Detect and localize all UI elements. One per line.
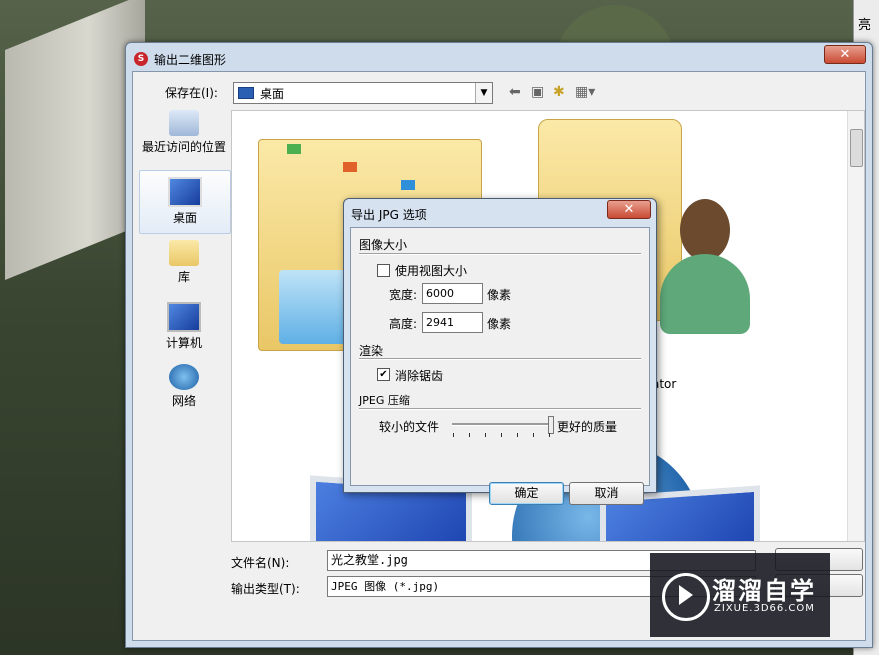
network-icon [169,364,199,390]
render-section: 渲染 [359,344,384,358]
antialias-label: 消除锯齿 [395,369,444,383]
use-view-size-checkbox[interactable] [377,264,390,277]
divider [359,408,641,410]
use-view-size-label: 使用视图大小 [395,264,468,278]
folder-tab-green [287,144,301,154]
place-recent[interactable]: 最近访问的位置 [139,110,229,155]
divider [359,358,641,360]
recent-places-icon [169,110,199,136]
height-unit: 像素 [487,317,512,331]
back-arrow-icon[interactable]: ⬅ [509,84,521,100]
slider-tick [549,433,550,437]
options-title: 导出 JPG 选项 [351,208,427,222]
watermark-name: 溜溜自学 [712,577,816,605]
dialog-titlebar: S 输出二维图形 [134,49,226,69]
options-close-button[interactable]: ✕ [607,200,651,219]
place-desktop-label: 桌面 [172,211,197,225]
width-label: 宽度: [389,288,418,302]
folder-tab-orange [343,162,357,172]
quality-slider-track[interactable] [452,423,550,426]
filename-label: 文件名(N): [231,556,290,570]
options-body: 图像大小 使用视图大小 宽度: 6000 像素 高度: 2941 像素 渲染 ✔… [350,227,650,505]
save-in-label: 保存在(I): [165,86,218,100]
avatar-body [660,254,750,334]
antialias-checkbox[interactable]: ✔ [377,368,390,381]
jpg-options-dialog: 导出 JPG 选项 ✕ 图像大小 使用视图大小 宽度: 6000 像素 高度: … [343,198,657,505]
computer-icon [167,302,201,332]
slider-tick [501,433,502,437]
new-folder-icon[interactable]: ✱ [553,84,565,100]
slider-tick [485,433,486,437]
slider-tick [469,433,470,437]
place-network-label: 网络 [171,394,196,408]
save-in-combobox[interactable]: 桌面 ▼ [233,82,493,104]
place-network[interactable]: 网络 [139,364,229,409]
width-input[interactable]: 6000 [422,283,483,304]
slider-tick [453,433,454,437]
avatar-head [680,199,730,261]
sketchup-icon: S [134,52,148,66]
place-computer-label: 计算机 [165,336,202,350]
jpeg-compression-section: JPEG 压缩 [359,394,410,407]
folder-tab-blue [401,180,415,190]
dialog-close-button[interactable]: ✕ [824,45,866,64]
width-unit: 像素 [487,288,512,302]
chevron-down-icon[interactable]: ▼ [475,83,492,103]
place-library-label: 库 [177,270,190,284]
watermark: 溜溜自学 ZIXUE.3D66.COM [650,553,830,637]
library-icon [169,240,199,266]
desktop-place-icon [168,177,202,207]
quality-slider-thumb[interactable] [548,416,554,434]
play-logo-icon [662,573,710,621]
watermark-url: ZIXUE.3D66.COM [714,603,815,614]
place-computer[interactable]: 计算机 [139,302,229,351]
place-library[interactable]: 库 [139,240,229,285]
height-input[interactable]: 2941 [422,312,483,333]
view-menu-icon[interactable]: ▦▾ [575,84,595,100]
dialog-title: 输出二维图形 [154,52,227,67]
better-quality-label: 更好的质量 [557,420,618,434]
user-avatar-icon [660,199,750,349]
right-strip-text: 亮 [858,18,872,33]
slider-tick [517,433,518,437]
place-desktop[interactable]: 桌面 [139,170,231,234]
vertical-scrollbar[interactable] [847,111,864,541]
slider-tick [533,433,534,437]
filetype-label: 输出类型(T): [231,582,300,596]
place-recent-label: 最近访问的位置 [141,140,226,154]
image-size-section: 图像大小 [359,238,408,252]
divider [359,253,641,255]
ok-button[interactable]: 确定 [489,482,564,505]
smaller-file-label: 较小的文件 [379,420,440,434]
options-cancel-button[interactable]: 取消 [569,482,644,505]
up-folder-icon[interactable]: ▣ [531,84,544,100]
scrollbar-thumb[interactable] [850,129,863,167]
save-in-value: 桌面 [260,86,285,101]
desktop-icon [238,87,254,99]
height-label: 高度: [389,317,418,331]
